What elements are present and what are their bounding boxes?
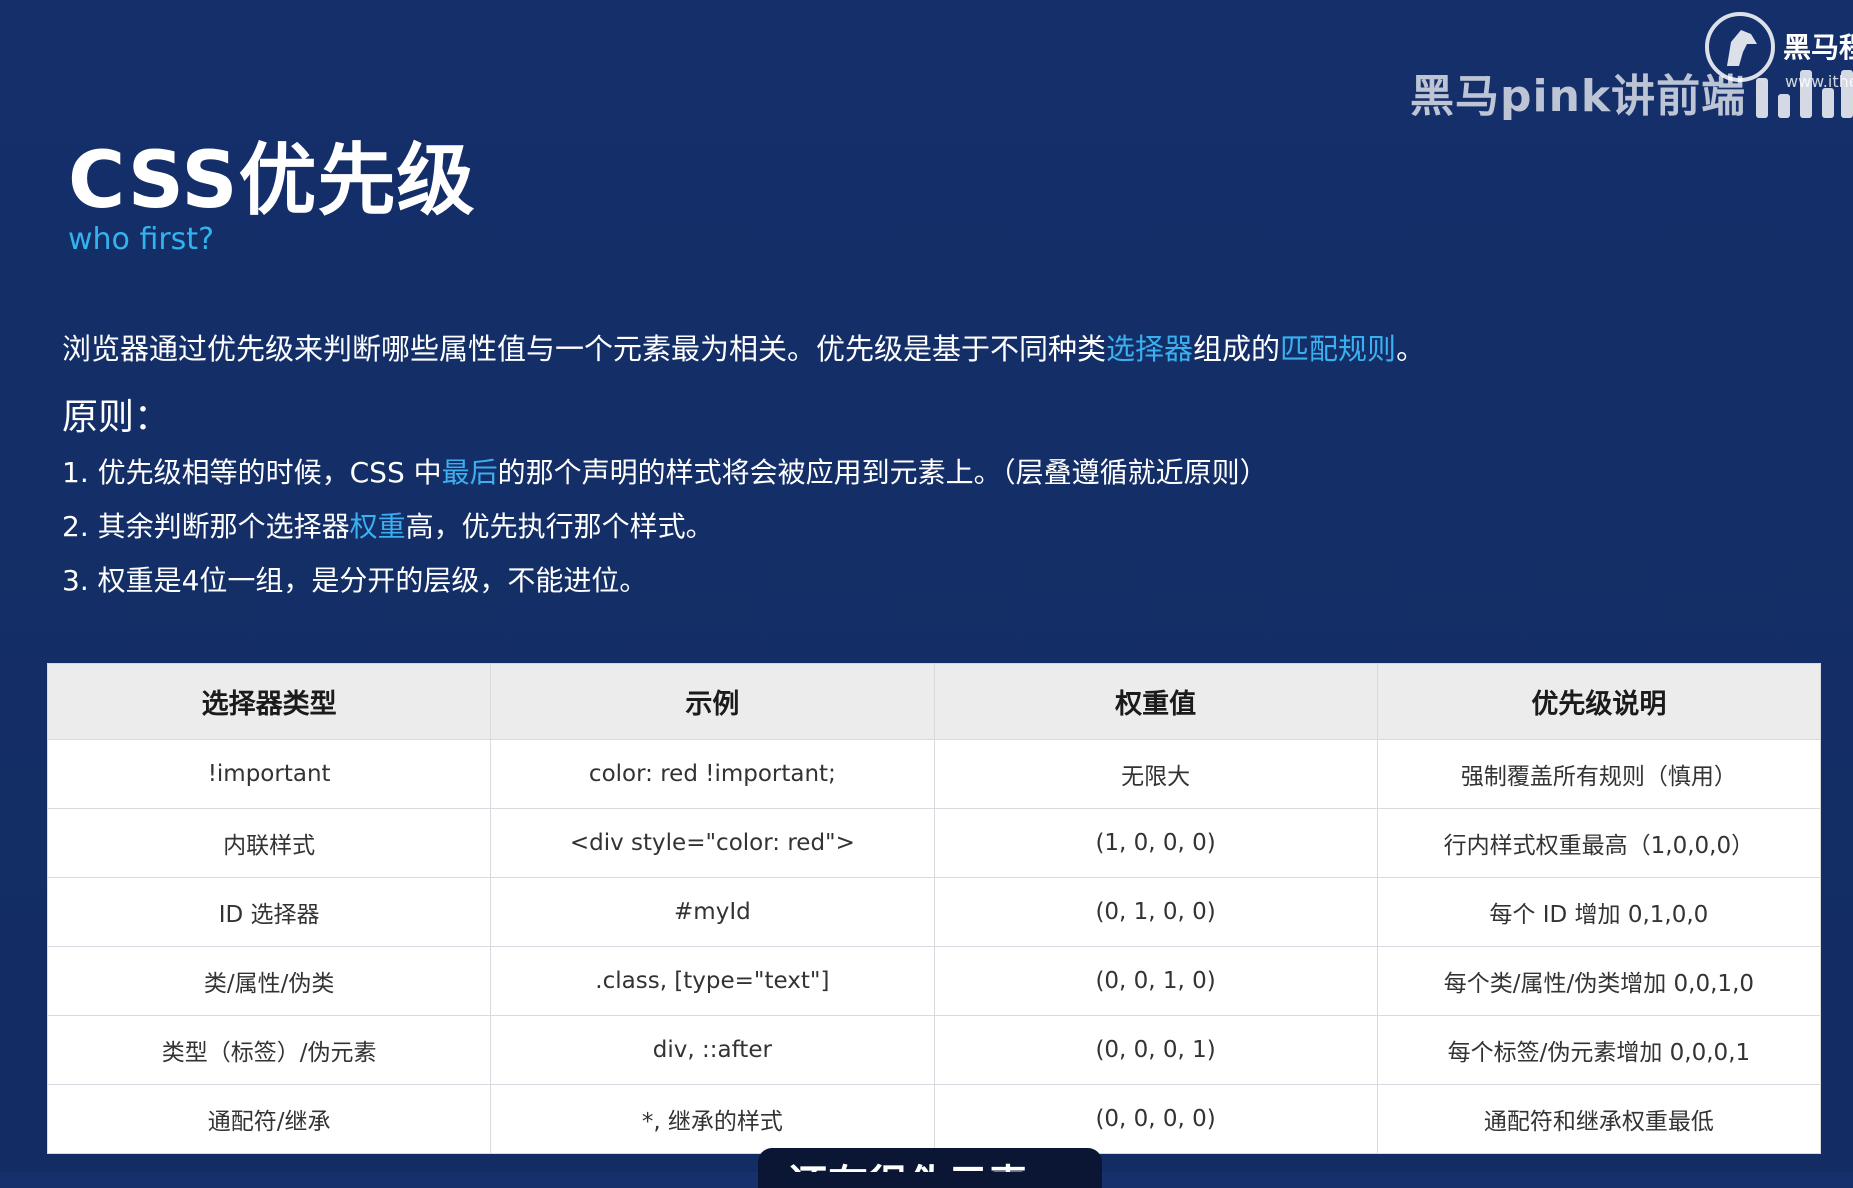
principle-heading: 原则：	[62, 397, 171, 438]
intro-paragraph: 浏览器通过优先级来判断哪些属性值与一个元素最为相关。优先级是基于不同种类选择器组…	[62, 326, 1425, 368]
table-row: 类/属性/伪类 .class, [type="text"] (0, 0, 1, …	[46, 946, 1822, 1016]
table-row: ID 选择器 #myId (0, 1, 0, 0) 每个 ID 增加 0,1,0…	[46, 877, 1822, 947]
table-cell: 内联样式	[46, 808, 492, 878]
table-cell: (0, 0, 0, 0)	[933, 1084, 1378, 1154]
table-cell: (0, 0, 0, 1)	[933, 1015, 1378, 1085]
rule-1: 1. 优先级相等的时候，CSS 中最后的那个声明的样式将会被应用到元素上。（层叠…	[62, 451, 1268, 491]
video-caption: 还有很伪元素	[788, 1152, 1028, 1172]
table-cell: <div style="color: red">	[490, 808, 935, 878]
table-cell: color: red !important;	[490, 739, 935, 809]
intro-text: 浏览器通过优先级来判断哪些属性值与一个元素最为相关。优先级是基于不同种类	[62, 332, 1107, 366]
table-cell: 强制覆盖所有规则（慎用）	[1376, 739, 1822, 809]
table-cell: (1, 0, 0, 0)	[933, 808, 1378, 878]
table-cell: ID 选择器	[46, 877, 492, 947]
page-subtitle: who first?	[68, 222, 214, 257]
table-cell: .class, [type="text"]	[490, 946, 935, 1016]
table-cell: #myId	[490, 877, 935, 947]
priority-table: 选择器类型 示例 权重值 优先级说明 !important color: red…	[46, 663, 1822, 1154]
table-cell: 无限大	[933, 739, 1378, 809]
column-header-description: 优先级说明	[1376, 663, 1822, 740]
table-cell: 类/属性/伪类	[46, 946, 492, 1016]
table-cell: 行内样式权重最高（1,0,0,0）	[1376, 808, 1822, 878]
table-cell: 每个 ID 增加 0,1,0,0	[1376, 877, 1822, 947]
table-cell: div, ::after	[490, 1015, 935, 1085]
table-cell: 通配符和继承权重最低	[1376, 1084, 1822, 1154]
channel-watermark: 黑马pink讲前端	[1410, 71, 1747, 122]
table-cell: (0, 1, 0, 0)	[933, 877, 1378, 947]
table-row: 通配符/继承 *, 继承的样式 (0, 0, 0, 0) 通配符和继承权重最低	[46, 1084, 1822, 1154]
table-cell: 每个类/属性/伪类增加 0,0,1,0	[1376, 946, 1822, 1016]
rule-text: 高，优先执行那个样式。	[405, 510, 714, 543]
intro-text: 。	[1396, 332, 1426, 366]
column-header-example: 示例	[490, 663, 935, 740]
rule-2: 2. 其余判断那个选择器权重高，优先执行那个样式。	[62, 505, 714, 545]
rule-text: 1. 优先级相等的时候，CSS 中	[62, 456, 442, 489]
column-header-weight: 权重值	[933, 663, 1378, 740]
rule-text: 3. 权重是4位一组，是分开的层级，不能进位。	[62, 564, 648, 597]
table-row: 类型（标签）/伪元素 div, ::after (0, 0, 0, 1) 每个标…	[46, 1015, 1822, 1085]
rule-text: 的那个声明的样式将会被应用到元素上。（层叠遵循就近原则）	[497, 456, 1268, 489]
rule-text: 2. 其余判断那个选择器	[62, 510, 350, 543]
table-cell: !important	[46, 739, 492, 809]
rule-highlight: 权重	[349, 510, 406, 543]
column-header-selector-type: 选择器类型	[46, 663, 492, 740]
table-row: !important color: red !important; 无限大 强制…	[46, 739, 1822, 809]
intro-text: 组成的	[1193, 332, 1281, 366]
intro-highlight-matching-rules: 匹配规则	[1280, 332, 1397, 366]
table-cell: *, 继承的样式	[490, 1084, 935, 1154]
rule-highlight: 最后	[441, 456, 498, 489]
table-cell: (0, 0, 1, 0)	[933, 946, 1378, 1016]
rule-3: 3. 权重是4位一组，是分开的层级，不能进位。	[62, 559, 647, 599]
slide: 黑马pink讲前端 黑马程 www.ithei CSS优先级 who first…	[0, 0, 1853, 1188]
table-row: 内联样式 <div style="color: red"> (1, 0, 0, …	[46, 808, 1822, 878]
table-cell: 每个标签/伪元素增加 0,0,0,1	[1376, 1015, 1822, 1085]
logo-text: 黑马程	[1783, 31, 1853, 64]
page-title: CSS优先级	[68, 136, 476, 226]
bilibili-icon	[1756, 70, 1853, 118]
priority-table-grid: 选择器类型 示例 权重值 优先级说明 !important color: red…	[46, 663, 1822, 1154]
table-cell: 通配符/继承	[46, 1084, 492, 1154]
table-header-row: 选择器类型 示例 权重值 优先级说明	[46, 663, 1822, 740]
table-cell: 类型（标签）/伪元素	[46, 1015, 492, 1085]
intro-highlight-selector: 选择器	[1106, 332, 1194, 366]
